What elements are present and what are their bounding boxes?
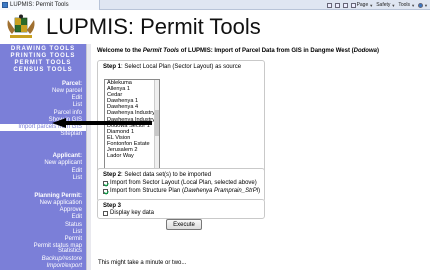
planning-permit-section-title: Planning Permit: xyxy=(34,193,82,200)
planning-permit-section: Planning Permit: New application Approve… xyxy=(0,192,86,250)
sidebar-item-import-export[interactable]: Import/export xyxy=(42,263,82,270)
sidebar-item-approve[interactable]: Approve xyxy=(0,207,82,214)
step2-text: : Select data set(s) to be imported xyxy=(121,172,212,178)
feeds-button[interactable] xyxy=(334,2,340,8)
sidebar-item-new-applicant[interactable]: New applicant xyxy=(0,160,82,167)
display-key-data-label: Display key data xyxy=(110,210,155,216)
step2-label: Step 2 xyxy=(103,172,122,178)
step3-box: Step 3 Display key data xyxy=(97,199,265,219)
step3-label: Step 3 xyxy=(103,203,122,209)
welcome-heading: Welcome to the Permit Tools of LUPMIS: I… xyxy=(97,48,427,54)
page-title: LUPMIS: Permit Tools xyxy=(46,14,261,39)
app-header: LUPMIS: Permit Tools xyxy=(0,11,430,43)
tools-menu[interactable]: Tools ▼ xyxy=(398,2,415,8)
sidebar-item-statistics[interactable]: Statistics xyxy=(42,248,82,255)
chevron-down-icon: ▼ xyxy=(411,2,416,8)
sidebar-item-list-permit[interactable]: List xyxy=(0,229,82,236)
listbox-scrollbar[interactable] xyxy=(154,80,159,178)
browser-tab-bar: LUPMIS: Permit Tools Page ▼ Safety ▼ Tools… xyxy=(0,0,430,10)
sidebar-item-edit-parcel[interactable]: Edit xyxy=(0,95,82,102)
sidebar-item-edit-permit[interactable]: Edit xyxy=(0,214,82,221)
step1-heading: Step 1: Select Local Plan (Sector Layout… xyxy=(103,64,259,70)
drawing-tools-link[interactable]: Drawing Tools xyxy=(0,46,86,53)
applicant-section-title: Applicant: xyxy=(52,153,82,160)
applicant-section: Applicant: New applicant Edit List xyxy=(0,152,86,182)
import-sector-layout-row: Import from Sector Layout (Local Plan, s… xyxy=(103,180,259,186)
step3-heading: Step 3 xyxy=(103,203,259,209)
welcome-prefix: Welcome to the xyxy=(97,48,143,54)
import-sector-layout-label: Import from Sector Layout (Local Plan, s… xyxy=(110,180,257,186)
import-structure-plan-checkbox[interactable] xyxy=(103,188,108,194)
sidebar-bottom-links: Statistics Backup/restore Import/export xyxy=(42,248,82,270)
local-plan-listbox[interactable]: Ablekuma Allenya 1 Cedar Dawhenya 1 Dawh… xyxy=(104,79,160,179)
sidebar-item-new-application[interactable]: New application xyxy=(0,200,82,207)
import-sector-layout-checkbox[interactable] xyxy=(103,180,108,186)
sidebar: Drawing Tools Printing Tools Permit Tool… xyxy=(0,44,86,270)
structure-plan-name: Dawhenya Pramprain_StrPl xyxy=(184,188,259,194)
step2-box: Step 2: Select data set(s) to be importe… xyxy=(97,168,265,202)
welcome-suffix: ) xyxy=(376,48,379,54)
step1-text: : Select Local Plan (Sector Layout) as s… xyxy=(121,64,242,70)
printing-tools-link[interactable]: Printing Tools xyxy=(0,53,86,60)
browser-toolbar: Page ▼ Safety ▼ Tools ▼ ▼ xyxy=(326,0,428,10)
scroll-thumb[interactable] xyxy=(155,110,159,136)
list-item[interactable]: Lador Way xyxy=(105,153,159,159)
page-menu[interactable]: Page ▼ xyxy=(350,2,374,8)
tab-title: LUPMIS: Permit Tools xyxy=(10,2,69,8)
step2-heading: Step 2: Select data set(s) to be importe… xyxy=(103,172,259,178)
sidebar-item-edit-applicant[interactable]: Edit xyxy=(0,168,82,175)
sidebar-item-permit[interactable]: Permit xyxy=(0,236,82,243)
print-icon xyxy=(342,2,348,8)
safety-menu-label: Safety xyxy=(376,2,391,8)
parcel-section-title: Parcel: xyxy=(61,81,82,87)
annotation-arrow-icon xyxy=(52,118,152,128)
display-key-data-row: Display key data xyxy=(103,210,259,216)
page-menu-label: Page xyxy=(356,2,369,8)
sidebar-item-list-parcel[interactable]: List xyxy=(0,102,82,109)
sidebar-item-new-parcel[interactable]: New parcel xyxy=(0,88,82,95)
sidebar-item-status[interactable]: Status xyxy=(0,222,82,229)
sidebar-item-parcel-info[interactable]: Parcel info xyxy=(0,110,82,117)
tools-menu-group: Drawing Tools Printing Tools Permit Tool… xyxy=(0,44,86,74)
coat-of-arms-logo xyxy=(7,14,35,38)
home-icon xyxy=(326,2,332,8)
list-item[interactable]: Dawhenya Industry xyxy=(105,110,159,116)
feeds-icon xyxy=(334,2,340,8)
chevron-down-icon: ▼ xyxy=(424,2,428,8)
favicon-icon xyxy=(2,2,8,8)
permit-tools-link[interactable]: Permit Tools xyxy=(0,60,86,67)
sidebar-item-list-applicant[interactable]: List xyxy=(0,175,82,182)
main-content: Welcome to the Permit Tools of LUPMIS: I… xyxy=(93,44,430,270)
census-tools-link[interactable]: Census Tools xyxy=(0,67,86,74)
welcome-em-dodowa: Dodowa xyxy=(353,48,377,54)
welcome-mid: of LUPMIS: Import of Parcel Data from GI… xyxy=(179,48,354,54)
sidebar-item-backup-restore[interactable]: Backup/restore xyxy=(42,256,82,263)
note-text: This might take a minute or two... xyxy=(98,260,187,266)
print-button[interactable] xyxy=(342,2,348,8)
safety-menu[interactable]: Safety ▼ xyxy=(376,2,395,8)
execute-button[interactable]: Execute xyxy=(166,219,202,230)
frame-splitter[interactable] xyxy=(86,44,91,270)
chevron-down-icon: ▼ xyxy=(369,2,374,8)
sidebar-item-siteplan[interactable]: Siteplan xyxy=(0,131,82,138)
import-structure-plan-label: Import from Structure Plan (Dawhenya Pra… xyxy=(110,188,260,194)
help-button[interactable]: ▼ xyxy=(418,2,428,8)
help-icon xyxy=(418,2,424,8)
structure-plan-suffix: ) xyxy=(258,188,261,194)
import-structure-plan-row: Import from Structure Plan (Dawhenya Pra… xyxy=(103,188,260,194)
chevron-down-icon: ▼ xyxy=(391,2,396,8)
browser-tab[interactable]: LUPMIS: Permit Tools xyxy=(0,0,100,10)
welcome-em-permit-tools: Permit Tools xyxy=(142,48,180,54)
display-key-data-checkbox[interactable] xyxy=(103,210,108,216)
structure-plan-prefix: Import from Structure Plan ( xyxy=(110,188,185,194)
tools-menu-label: Tools xyxy=(398,2,411,8)
page-icon xyxy=(350,2,356,8)
step1-label: Step 1 xyxy=(103,64,122,70)
home-button[interactable] xyxy=(326,2,332,8)
parcel-section: Parcel: New parcel Edit List Parcel info… xyxy=(0,80,86,138)
